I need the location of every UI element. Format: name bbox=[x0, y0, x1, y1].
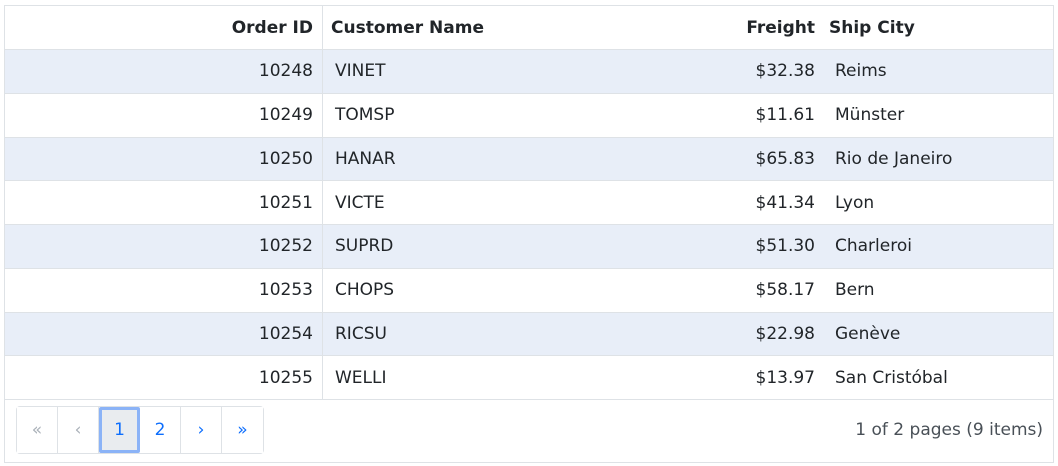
order-id-cell: 10249 bbox=[5, 93, 323, 137]
order-id-cell: 10252 bbox=[5, 225, 323, 268]
order-id-value: 10252 bbox=[258, 236, 313, 257]
order-id-cell: 10251 bbox=[5, 181, 323, 224]
customer-name-cell: TOMSP bbox=[335, 105, 395, 126]
order-id-cell: 10253 bbox=[5, 268, 323, 312]
ship-city-cell: Bern bbox=[835, 280, 875, 301]
column-header-label: Order ID bbox=[231, 17, 313, 38]
ship-city-cell: Lyon bbox=[835, 192, 875, 213]
order-id-value: 10249 bbox=[258, 105, 313, 126]
table-row[interactable]: 10253 CHOPS $58.17 Bern bbox=[5, 268, 1053, 313]
freight-cell: $65.83 bbox=[755, 148, 815, 169]
ship-city-cell: Charleroi bbox=[835, 236, 912, 257]
first-page-button[interactable]: « bbox=[17, 406, 58, 453]
customer-name-cell: HANAR bbox=[335, 148, 396, 169]
order-id-cell: 10250 bbox=[5, 137, 323, 181]
freight-cell: $32.38 bbox=[755, 61, 815, 82]
column-header-ship-city[interactable]: Ship City bbox=[817, 18, 1053, 38]
order-id-cell: 10248 bbox=[5, 50, 323, 93]
customer-name-cell: VICTE bbox=[335, 192, 385, 213]
order-id-cell: 10254 bbox=[5, 312, 323, 356]
ship-city-cell: Genève bbox=[835, 323, 901, 344]
freight-cell: $11.61 bbox=[755, 105, 815, 126]
customer-name-cell: CHOPS bbox=[335, 280, 395, 301]
freight-cell: $41.34 bbox=[755, 192, 815, 213]
next-page-button[interactable]: › bbox=[181, 406, 222, 453]
table-row[interactable]: 10254 RICSU $22.98 Genève bbox=[5, 312, 1053, 357]
order-id-value: 10251 bbox=[258, 192, 313, 213]
order-id-value: 10253 bbox=[258, 280, 313, 301]
ship-city-cell: Rio de Janeiro bbox=[835, 148, 953, 169]
order-id-cell: 10255 bbox=[5, 356, 323, 399]
order-id-value: 10255 bbox=[258, 367, 313, 388]
table-row[interactable]: 10255 WELLI $13.97 San Cristóbal bbox=[5, 356, 1053, 400]
order-id-value: 10254 bbox=[258, 323, 313, 344]
freight-cell: $13.97 bbox=[755, 367, 815, 388]
grid-header: Order ID Customer Name Freight Ship City bbox=[5, 6, 1053, 50]
pager: « ‹ 1 2 › » 1 of 2 pages (9 items) bbox=[5, 397, 1053, 462]
table-row[interactable]: 10249 TOMSP $11.61 Münster bbox=[5, 93, 1053, 138]
pager-info: 1 of 2 pages (9 items) bbox=[855, 419, 1043, 440]
order-id-value: 10248 bbox=[258, 61, 313, 82]
table-row[interactable]: 10252 SUPRD $51.30 Charleroi bbox=[5, 225, 1053, 269]
ship-city-cell: Reims bbox=[835, 61, 887, 82]
table-row[interactable]: 10248 VINET $32.38 Reims bbox=[5, 50, 1053, 94]
previous-page-button[interactable]: ‹ bbox=[58, 406, 99, 453]
customer-name-cell: WELLI bbox=[335, 367, 387, 388]
order-id-value: 10250 bbox=[258, 148, 313, 169]
page-1-button[interactable]: 1 bbox=[99, 406, 140, 453]
freight-cell: $51.30 bbox=[755, 236, 815, 257]
table-row[interactable]: 10251 VICTE $41.34 Lyon bbox=[5, 181, 1053, 225]
customer-name-cell: SUPRD bbox=[335, 236, 394, 257]
column-header-freight[interactable]: Freight bbox=[675, 18, 817, 38]
pager-buttons: « ‹ 1 2 › » bbox=[16, 405, 264, 454]
page-2-button[interactable]: 2 bbox=[140, 406, 181, 453]
last-page-button[interactable]: » bbox=[222, 406, 263, 453]
table-row[interactable]: 10250 HANAR $65.83 Rio de Janeiro bbox=[5, 137, 1053, 182]
column-header-customer-name[interactable]: Customer Name bbox=[323, 18, 675, 38]
ship-city-cell: San Cristóbal bbox=[835, 367, 948, 388]
freight-cell: $22.98 bbox=[755, 323, 815, 344]
freight-cell: $58.17 bbox=[755, 280, 815, 301]
ship-city-cell: Münster bbox=[835, 105, 905, 126]
customer-name-cell: VINET bbox=[335, 61, 386, 82]
column-header-order-id[interactable]: Order ID bbox=[5, 6, 323, 49]
orders-grid: Order ID Customer Name Freight Ship City… bbox=[4, 5, 1054, 463]
customer-name-cell: RICSU bbox=[335, 323, 387, 344]
